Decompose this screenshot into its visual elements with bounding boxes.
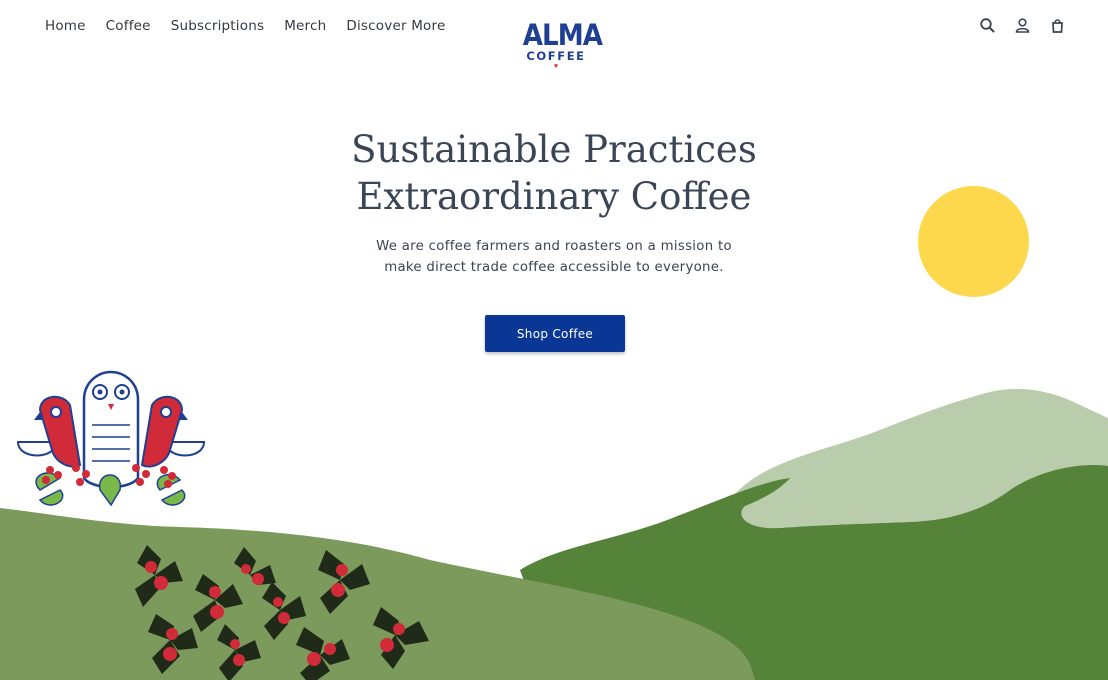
hero-title-line-2: Extraordinary Coffee bbox=[356, 175, 752, 218]
hero-subtitle-line-2: make direct trade coffee accessible to e… bbox=[384, 260, 724, 275]
bird-emblem bbox=[16, 370, 206, 507]
hero-title-line-1: Sustainable Practices bbox=[351, 128, 757, 171]
hero-subtitle: We are coffee farmers and roasters on a … bbox=[0, 236, 1108, 278]
shop-coffee-button[interactable]: Shop Coffee bbox=[485, 315, 625, 352]
hero-title: Sustainable Practices Extraordinary Coff… bbox=[0, 126, 1108, 220]
hero-subtitle-line-1: We are coffee farmers and roasters on a … bbox=[376, 239, 732, 254]
